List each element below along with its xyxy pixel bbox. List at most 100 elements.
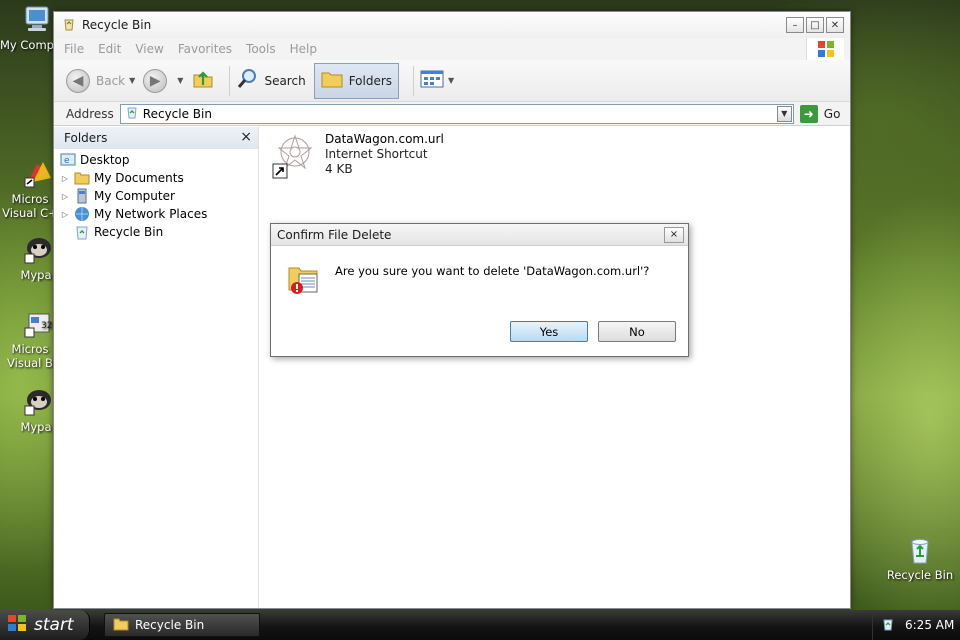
computer-icon [74,188,90,204]
menu-help[interactable]: Help [290,42,317,56]
forward-arrow-icon: ▶ [143,68,168,93]
windows-logo-icon [806,38,844,60]
chevron-down-icon: ▼ [448,76,455,85]
back-arrow-icon: ◀ [66,68,90,93]
folder-icon [321,69,343,92]
up-folder-button[interactable] [191,67,215,94]
confirm-delete-dialog: Confirm File Delete × Are you sure you w… [270,223,689,357]
menu-tools[interactable]: Tools [246,42,276,56]
mypal-icon [22,386,54,418]
recycle-bin-icon [904,534,936,566]
file-type: Internet Shortcut [325,147,428,161]
explorer-body: Folders × e Desktop ▷ My Documents ▷ My … [54,127,850,608]
tray-recycle-icon[interactable] [881,617,895,634]
taskbar-item-recycle-bin[interactable]: Recycle Bin [104,613,260,637]
tree-item-my-network-places[interactable]: ▷ My Network Places [54,205,258,223]
address-value: Recycle Bin [142,106,212,121]
desktop-icon: e [60,152,76,168]
toolbar-separator [229,65,231,96]
start-label: start [34,615,74,635]
go-arrow-icon: ➜ [799,104,818,123]
desktop-icon-label: Micros Visual C+ [2,192,58,220]
svg-text:32: 32 [41,321,52,331]
network-icon [74,206,90,222]
chevron-down-icon[interactable]: ▼ [177,76,183,85]
file-item[interactable]: DataWagon.com.url Internet Shortcut 4 KB [271,132,444,180]
recycle-bin-icon [125,105,139,122]
toolbar-separator [413,65,415,96]
taskbar: start Recycle Bin 6:25 AM [0,610,960,640]
tree-item-my-documents[interactable]: ▷ My Documents [54,169,258,187]
system-tray: 6:25 AM [872,610,960,640]
folder-icon [113,617,129,634]
recycle-bin-icon [62,17,76,34]
svg-text:e: e [64,156,70,166]
search-button[interactable]: Search [236,67,306,94]
visual-basic-icon: 32 [22,308,54,340]
windows-logo-icon [6,613,28,638]
views-icon [420,69,444,92]
views-button[interactable]: ▼ [420,69,454,92]
menu-view[interactable]: View [135,42,163,56]
folder-tree: e Desktop ▷ My Documents ▷ My Computer ▷… [54,149,258,241]
no-button[interactable]: No [598,321,676,342]
folder-icon [74,170,90,186]
dialog-title: Confirm File Delete [277,227,392,242]
back-button[interactable]: ◀ Back ▼ [66,68,135,93]
start-button[interactable]: start [0,610,90,640]
desktop-icon-recycle-bin[interactable]: Recycle Bin [884,534,956,582]
content-pane: DataWagon.com.url Internet Shortcut 4 KB [259,127,850,608]
tree-item-my-computer[interactable]: ▷ My Computer [54,187,258,205]
tree-item-label: My Network Places [94,207,208,221]
go-label: Go [823,106,841,121]
clock[interactable]: 6:25 AM [905,618,954,632]
recycle-bin-icon [74,224,90,240]
file-name: DataWagon.com.url [325,132,444,146]
maximize-button[interactable]: □ [806,17,824,33]
dialog-title-bar[interactable]: Confirm File Delete × [271,224,688,246]
window-title: Recycle Bin [82,18,152,32]
minimize-button[interactable]: – [786,17,804,33]
close-button[interactable]: ✕ [826,17,844,33]
expand-icon[interactable]: ▷ [60,210,70,219]
file-size: 4 KB [325,162,353,176]
menu-bar: File Edit View Favorites Tools Help [54,38,850,60]
folders-pane: Folders × e Desktop ▷ My Documents ▷ My … [54,127,259,608]
search-label: Search [264,73,306,88]
close-icon[interactable]: × [240,129,252,145]
internet-shortcut-icon [271,132,319,180]
taskbar-item-label: Recycle Bin [135,618,205,632]
mypal-icon [22,234,54,266]
my-computer-icon [22,4,54,36]
address-bar: Address Recycle Bin ▼ ➜ Go [54,102,850,126]
tree-item-desktop[interactable]: e Desktop [54,151,258,169]
tree-item-label: My Computer [94,189,175,203]
tree-item-label: My Documents [94,171,184,185]
search-icon [236,67,260,94]
tree-item-label: Recycle Bin [94,225,164,239]
go-button[interactable]: ➜ Go [799,104,841,123]
tree-item-recycle-bin[interactable]: Recycle Bin [54,223,258,241]
desktop-icon-label: Micros Visual B [7,342,53,370]
folders-pane-header: Folders × [54,127,258,149]
menu-edit[interactable]: Edit [98,42,121,56]
address-label: Address [66,106,114,121]
forward-button[interactable]: ▶ ▼ [143,68,183,93]
folders-label: Folders [348,73,393,88]
title-bar[interactable]: Recycle Bin – □ ✕ [54,12,850,38]
chevron-down-icon[interactable]: ▼ [776,105,792,122]
desktop-icon-label: Recycle Bin [886,568,954,582]
menu-file[interactable]: File [64,42,84,56]
toolbar: ◀ Back ▼ ▶ ▼ Search Folders ▼ [54,60,850,102]
folders-button[interactable]: Folders [313,62,400,99]
delete-file-warning-icon [287,262,321,299]
menu-favorites[interactable]: Favorites [178,42,232,56]
dialog-close-button[interactable]: × [664,226,684,243]
expand-icon[interactable]: ▷ [60,174,70,183]
chevron-down-icon[interactable]: ▼ [129,76,135,85]
address-input[interactable]: Recycle Bin ▼ [119,103,794,124]
up-folder-icon [191,67,215,94]
folders-pane-title: Folders [64,131,108,145]
yes-button[interactable]: Yes [510,321,588,342]
expand-icon[interactable]: ▷ [60,192,70,201]
